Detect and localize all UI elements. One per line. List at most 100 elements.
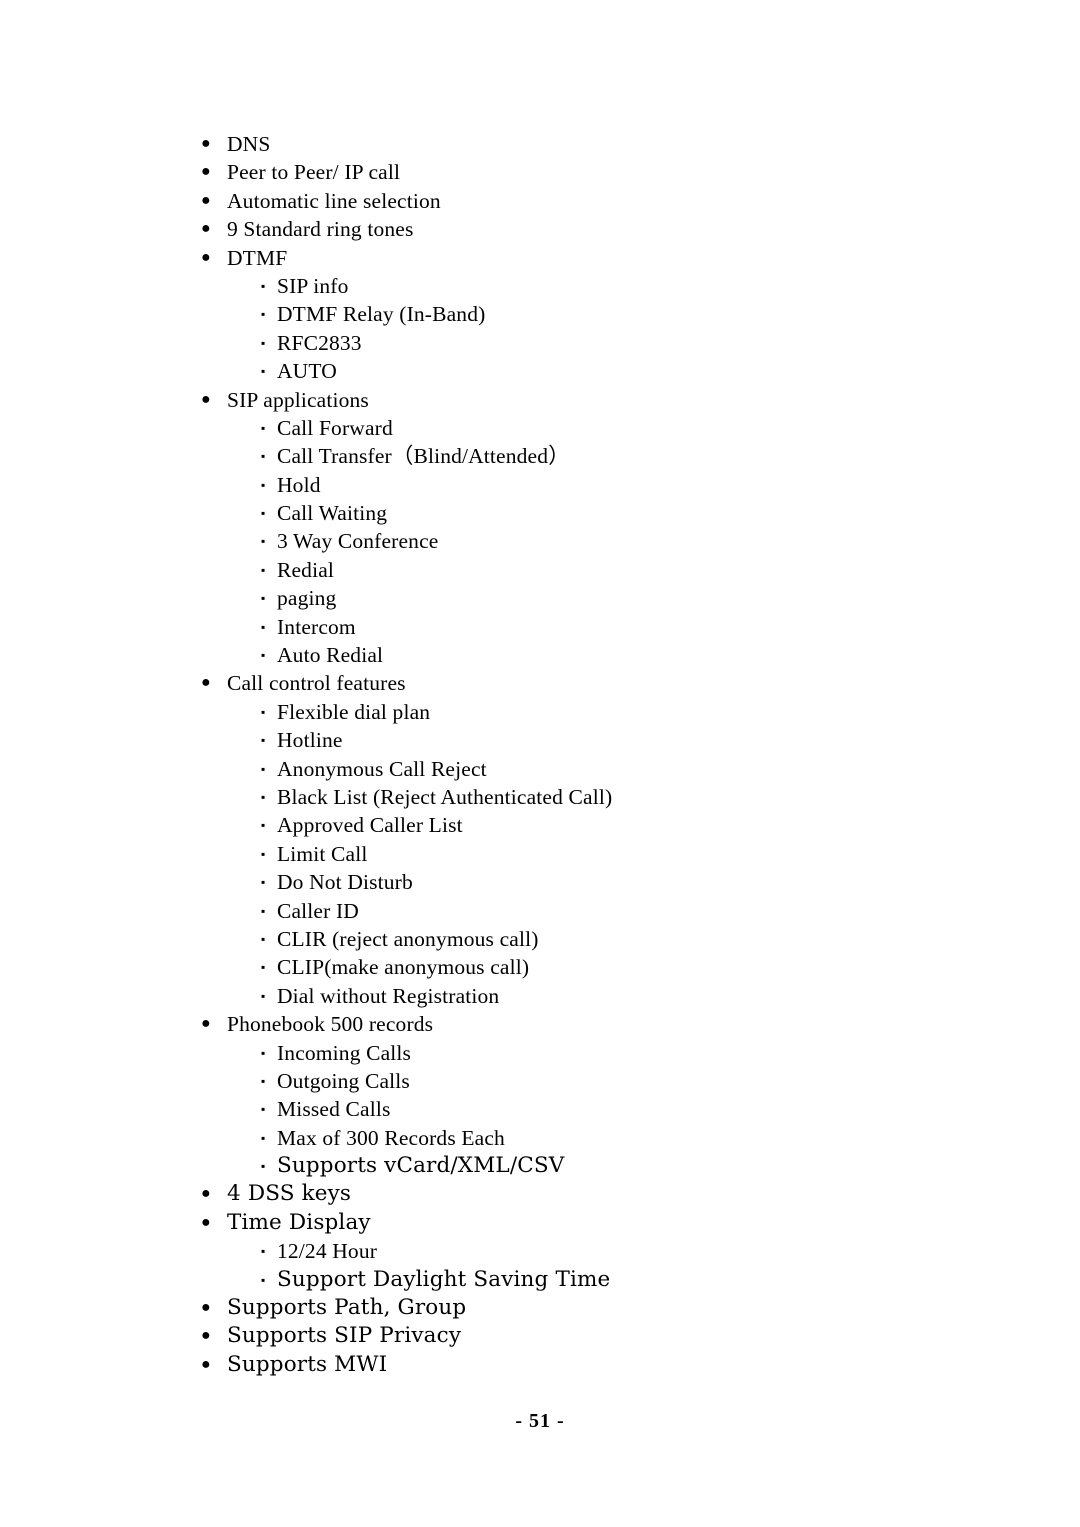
spec-item-label: RFC2833 (277, 330, 362, 355)
spec-item-label: Outgoing Calls (277, 1068, 410, 1093)
spec-item-label: Limit Call (277, 841, 368, 866)
spec-item-label: Support Daylight Saving Time (277, 1266, 611, 1292)
spec-item-level2: ▪ Approved Caller List (0, 811, 1080, 839)
disc-bullet-icon: ● (201, 1015, 211, 1033)
spec-item-label: Supports Path, Group (227, 1295, 467, 1321)
spec-item-level2: ▪ Call Forward (0, 414, 1080, 442)
square-bullet-icon: ▪ (261, 846, 266, 861)
spec-item-label: Automatic line selection (227, 188, 441, 213)
spec-item-level2: ▪ Call Waiting (0, 499, 1080, 527)
spec-item-level2: ▪ Caller ID (0, 897, 1080, 925)
spec-item-level1: ● SIP applications (0, 386, 1080, 414)
square-bullet-icon: ▪ (261, 1130, 266, 1145)
spec-item-level1: ● 9 Standard ring tones (0, 215, 1080, 243)
square-bullet-icon: ▪ (261, 591, 266, 606)
spec-item-label: Caller ID (277, 898, 359, 923)
square-bullet-icon: ▪ (261, 988, 266, 1003)
spec-item-level2: ▪ CLIR (reject anonymous call) (0, 925, 1080, 953)
spec-item-label: AUTO (277, 359, 337, 384)
spec-item-level2: ▪ Intercom (0, 613, 1080, 641)
spec-item-level2: ▪ Call Transfer（Blind/Attended） (0, 442, 1080, 470)
square-bullet-icon: ▪ (261, 1159, 266, 1174)
spec-item-label: Time Display (227, 1209, 371, 1235)
spec-item-level2: ▪ SIP info (0, 272, 1080, 300)
spec-item-label: Supports vCard/XML/CSV (277, 1153, 565, 1179)
spec-item-level2: ▪ Dial without Registration (0, 982, 1080, 1010)
spec-item-level2: ▪ Flexible dial plan (0, 698, 1080, 726)
spec-item-level1: ● Peer to Peer/ IP call (0, 158, 1080, 186)
square-bullet-icon: ▪ (261, 818, 266, 833)
spec-item-level2: ▪ Anonymous Call Reject (0, 755, 1080, 783)
spec-item-level2: ▪ Outgoing Calls (0, 1067, 1080, 1095)
square-bullet-icon: ▪ (261, 761, 266, 776)
spec-item-label: Hotline (277, 728, 343, 753)
disc-bullet-icon: ● (201, 135, 211, 152)
spec-item-level1: ● Call control features (0, 669, 1080, 697)
spec-item-label: paging (277, 586, 337, 611)
disc-bullet-icon: ● (201, 390, 211, 408)
spec-item-level2: ▪ Black List (Reject Authenticated Call) (0, 783, 1080, 811)
square-bullet-icon: ▪ (261, 789, 266, 804)
document-page: ● DNS ● Peer to Peer/ IP call ● Automatic lin… (0, 0, 1080, 1527)
spec-item-label: CLIP(make anonymous call) (277, 955, 530, 980)
spec-item-level2: ▪ 12/24 Hour (0, 1237, 1080, 1265)
spec-item-level1: ● Supports SIP Privacy (0, 1322, 1080, 1350)
spec-item-level1: ● Time Display (0, 1209, 1080, 1237)
square-bullet-icon: ▪ (261, 1272, 266, 1287)
spec-item-label: Missed Calls (277, 1097, 391, 1122)
spec-item-level1: ● Automatic line selection (0, 187, 1080, 215)
spec-item-label: SIP info (277, 273, 349, 298)
spec-item-label: Do Not Disturb (277, 870, 413, 895)
spec-item-level2: ▪ Missed Calls (0, 1095, 1080, 1123)
spec-item-label: Call Waiting (277, 501, 388, 526)
square-bullet-icon: ▪ (261, 1045, 266, 1060)
spec-item-level2: ▪ Supports vCard/XML/CSV (0, 1152, 1080, 1180)
spec-item-label: Supports SIP Privacy (227, 1323, 462, 1349)
spec-item-label: Max of 300 Records Each (277, 1125, 505, 1150)
square-bullet-icon: ▪ (261, 420, 266, 435)
spec-item-level2: ▪ Redial (0, 556, 1080, 584)
spec-item-label: Flexible dial plan (277, 699, 431, 724)
disc-bullet-icon: ● (201, 248, 211, 266)
square-bullet-icon: ▪ (261, 875, 266, 890)
spec-item-label: Peer to Peer/ IP call (227, 160, 401, 185)
spec-item-level1: ● 4 DSS keys (0, 1180, 1080, 1208)
spec-item-label: Black List (Reject Authenticated Call) (277, 784, 613, 809)
square-bullet-icon: ▪ (261, 619, 266, 634)
spec-item-level2: ▪ Incoming Calls (0, 1039, 1080, 1067)
spec-feature-list: ● DNS ● Peer to Peer/ IP call ● Automatic lin… (0, 130, 1080, 1379)
square-bullet-icon: ▪ (261, 903, 266, 918)
spec-feature-list-container: ● DNS ● Peer to Peer/ IP call ● Automatic lin… (0, 130, 1080, 1379)
spec-item-level2: ▪ CLIP(make anonymous call) (0, 953, 1080, 981)
spec-item-level1: ● Phonebook 500 records (0, 1010, 1080, 1038)
spec-item-label: 9 Standard ring tones (227, 217, 414, 242)
square-bullet-icon: ▪ (261, 562, 266, 577)
spec-item-level2: ▪ Auto Redial (0, 641, 1080, 669)
spec-item-level1: ● Supports Path, Group (0, 1294, 1080, 1322)
spec-item-level2: ▪ paging (0, 584, 1080, 612)
spec-item-label: Intercom (277, 614, 356, 639)
square-bullet-icon: ▪ (261, 477, 266, 492)
square-bullet-icon: ▪ (261, 1073, 266, 1088)
spec-item-level2: ▪ DTMF Relay (In-Band) (0, 300, 1080, 328)
spec-item-label: DTMF (227, 245, 288, 270)
square-bullet-icon: ▪ (261, 278, 266, 293)
page-number-footer: - 51 - (515, 1410, 565, 1432)
square-bullet-icon: ▪ (261, 307, 266, 322)
disc-bullet-icon: ● (201, 1355, 211, 1373)
disc-bullet-icon: ● (201, 163, 211, 181)
disc-bullet-icon: ● (201, 1185, 211, 1203)
square-bullet-icon: ▪ (261, 648, 266, 663)
spec-item-label: Redial (277, 557, 335, 582)
disc-bullet-icon: ● (201, 674, 211, 692)
spec-item-level2: ▪ Support Daylight Saving Time (0, 1266, 1080, 1294)
square-bullet-icon: ▪ (261, 704, 266, 719)
square-bullet-icon: ▪ (261, 506, 266, 521)
spec-item-level2: ▪ Do Not Disturb (0, 868, 1080, 896)
spec-item-label: DNS (227, 132, 271, 156)
spec-item-level2: ▪ Hotline (0, 726, 1080, 754)
spec-item-level1: ● Supports MWI (0, 1351, 1080, 1379)
square-bullet-icon: ▪ (261, 534, 266, 549)
spec-item-label: 3 Way Conference (277, 529, 439, 554)
spec-item-label: Anonymous Call Reject (277, 756, 487, 781)
